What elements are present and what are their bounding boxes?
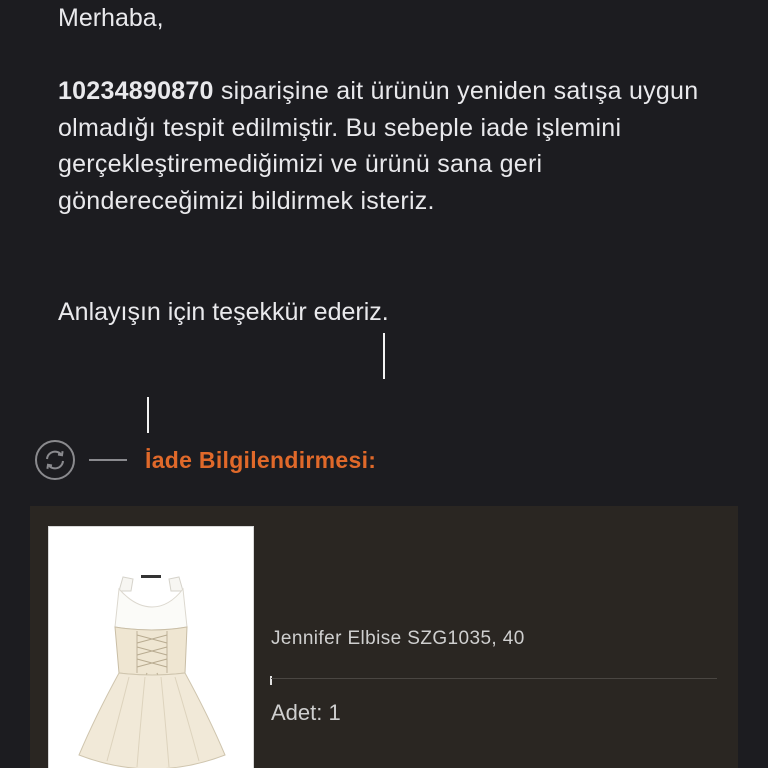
text-cursor-mark [147,397,149,433]
greeting-text: Merhaba, [58,4,164,32]
product-name: Jennifer Elbise SZG1035, 40 [271,628,525,649]
text-cursor-mark [383,333,385,379]
return-info-header: İade Bilgilendirmesi: [35,438,376,482]
product-card: Jennifer Elbise SZG1035, 40 Adet: 1 [30,506,738,768]
order-number: 10234890870 [58,77,214,105]
header-dash [89,459,127,461]
thanks-text: Anlayışın için teşekkür ederiz. [58,298,389,326]
dress-product-image[interactable] [48,526,254,768]
refresh-icon [35,440,75,480]
return-info-title: İade Bilgilendirmesi: [145,446,377,473]
product-divider [271,678,717,679]
product-quantity: Adet: 1 [271,700,341,725]
message-text: 10234890870 siparişine ait ürünün yenide… [58,73,718,219]
